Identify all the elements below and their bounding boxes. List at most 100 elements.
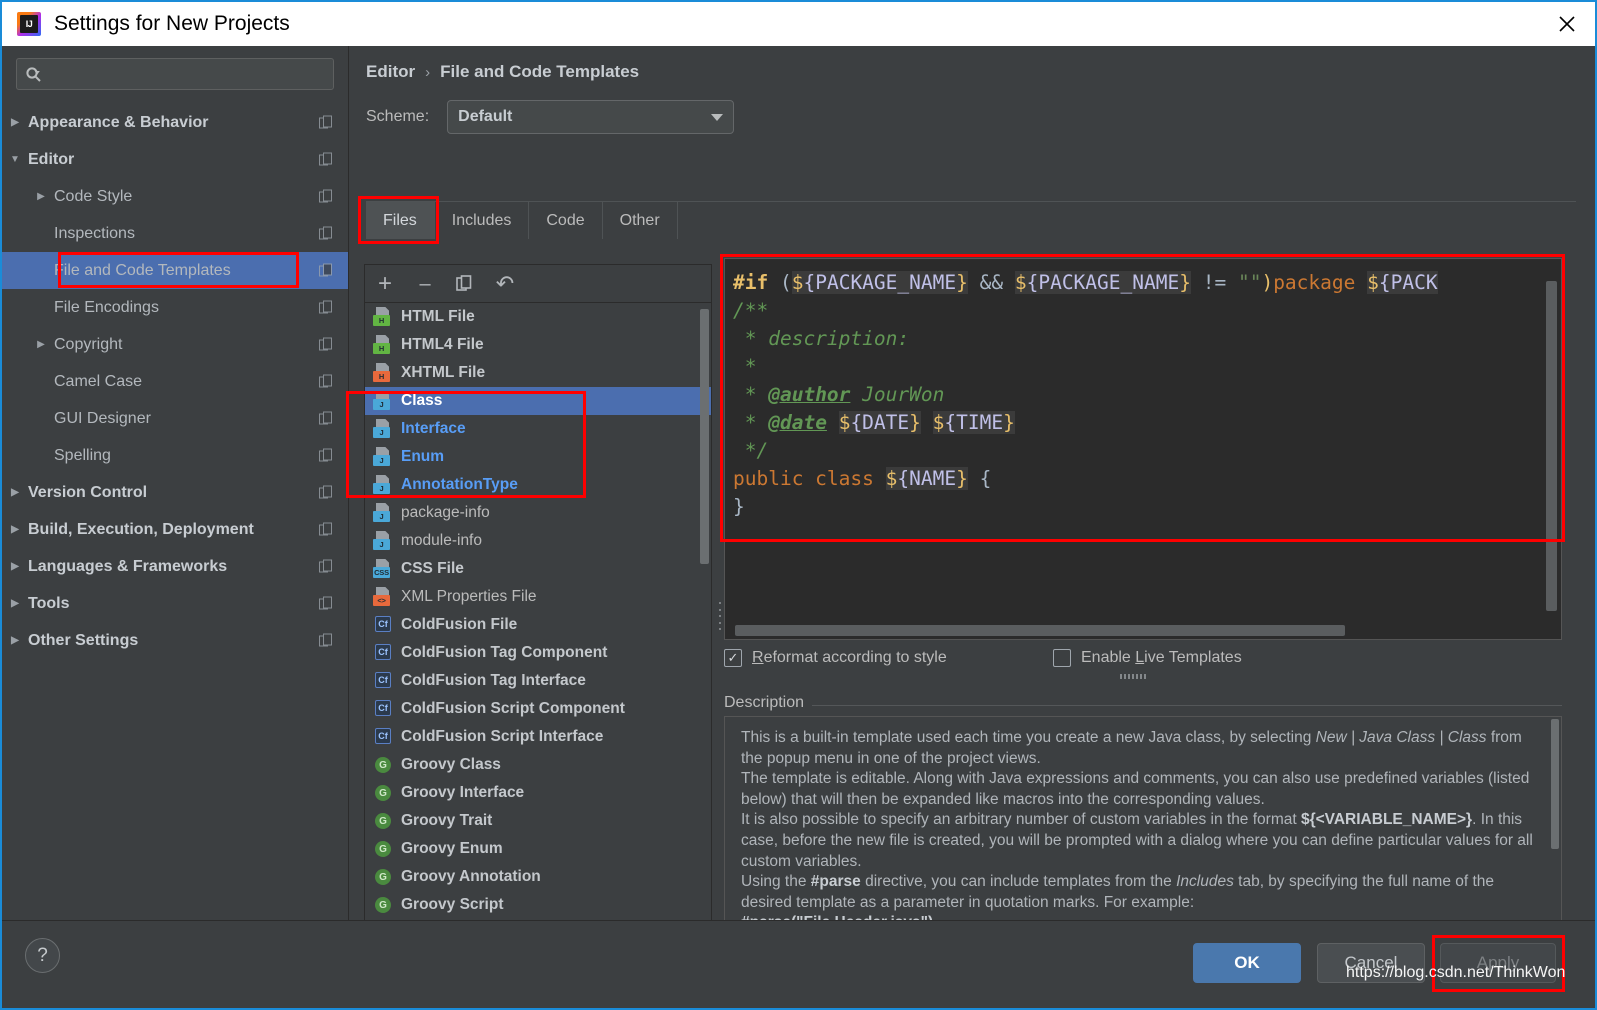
- template-list-item-label: Enum: [401, 448, 445, 465]
- breadcrumb-parent[interactable]: Editor: [366, 62, 415, 82]
- template-list-item[interactable]: H HTML4 File: [365, 331, 711, 359]
- editor-horizontal-scrollbar[interactable]: [735, 625, 1345, 636]
- copy-settings-icon[interactable]: [319, 226, 334, 241]
- copy-settings-icon[interactable]: [319, 374, 334, 389]
- copy-button[interactable]: [445, 265, 485, 303]
- ok-button[interactable]: OK: [1193, 943, 1301, 983]
- template-list-item[interactable]: Cf ColdFusion Tag Interface: [365, 667, 711, 695]
- chevron-right-icon[interactable]: ▶: [2, 561, 28, 572]
- sidebar-item-spelling[interactable]: ▶Spelling: [2, 437, 348, 474]
- logo-text: IJ: [25, 19, 33, 29]
- sidebar-item-code-style[interactable]: ▶ Code Style: [2, 178, 348, 215]
- description-label: Description: [724, 694, 813, 712]
- chevron-right-icon[interactable]: ▶: [28, 191, 54, 202]
- sidebar-item-languages-frameworks[interactable]: ▶ Languages & Frameworks: [2, 548, 348, 585]
- add-button[interactable]: +: [365, 265, 405, 303]
- coldfusion-icon: Cf: [373, 615, 395, 635]
- copy-settings-icon[interactable]: [319, 152, 334, 167]
- reset-button[interactable]: ↶: [485, 265, 525, 303]
- sidebar-item-file-encodings[interactable]: ▶File Encodings: [2, 289, 348, 326]
- template-list-item-label: Groovy Class: [401, 756, 501, 773]
- remove-button[interactable]: –: [405, 265, 445, 303]
- chevron-right-icon[interactable]: ▶: [2, 598, 28, 609]
- scheme-dropdown[interactable]: Default: [447, 100, 735, 134]
- template-list-item[interactable]: Jmodule-info: [365, 527, 711, 555]
- template-list-item[interactable]: <> XML Properties File: [365, 583, 711, 611]
- template-list-item-label: module-info: [401, 532, 482, 549]
- chevron-right-icon[interactable]: ▶: [2, 487, 28, 498]
- search-input[interactable]: [46, 66, 325, 82]
- close-icon[interactable]: [1539, 2, 1595, 46]
- splitter-handle[interactable]: [716, 602, 724, 630]
- copy-settings-icon[interactable]: [319, 485, 334, 500]
- template-list-item[interactable]: J AnnotationType: [365, 471, 711, 499]
- template-list-item[interactable]: Cf ColdFusion Script Component: [365, 695, 711, 723]
- template-list-item[interactable]: Cf ColdFusion Tag Component: [365, 639, 711, 667]
- template-list-item[interactable]: G Groovy Interface: [365, 779, 711, 807]
- template-editor-code[interactable]: #if (${PACKAGE_NAME} && ${PACKAGE_NAME} …: [733, 269, 1541, 521]
- template-list-item[interactable]: Jpackage-info: [365, 499, 711, 527]
- chevron-right-icon[interactable]: ▶: [2, 635, 28, 646]
- copy-settings-icon[interactable]: [319, 411, 334, 426]
- sidebar-item-inspections[interactable]: ▶Inspections: [2, 215, 348, 252]
- template-editor[interactable]: #if (${PACKAGE_NAME} && ${PACKAGE_NAME} …: [724, 258, 1562, 640]
- sidebar-item-editor[interactable]: ▼ Editor: [2, 141, 348, 178]
- chevron-down-icon[interactable]: ▼: [2, 154, 28, 165]
- template-list-item[interactable]: H XHTML File: [365, 359, 711, 387]
- template-list-item[interactable]: G Groovy Enum: [365, 835, 711, 863]
- chevron-right-icon[interactable]: ▶: [28, 339, 54, 350]
- sidebar-item-tools[interactable]: ▶ Tools: [2, 585, 348, 622]
- copy-settings-icon[interactable]: [319, 300, 334, 315]
- tab-code[interactable]: Code: [529, 202, 603, 239]
- template-list-item[interactable]: H HTML File: [365, 303, 711, 331]
- tab-other[interactable]: Other: [603, 202, 678, 239]
- copy-settings-icon[interactable]: [319, 263, 334, 278]
- template-list-item[interactable]: J Interface: [365, 415, 711, 443]
- live-templates-checkbox[interactable]: [1053, 649, 1071, 667]
- template-list-item[interactable]: G Groovy Class: [365, 751, 711, 779]
- description-divider: [724, 705, 1562, 706]
- copy-settings-icon[interactable]: [319, 633, 334, 648]
- sidebar-item-copyright[interactable]: ▶ Copyright: [2, 326, 348, 363]
- copy-settings-icon[interactable]: [319, 189, 334, 204]
- template-list-item[interactable]: J Class: [365, 387, 711, 415]
- template-list-item[interactable]: Cf ColdFusion Script Interface: [365, 723, 711, 751]
- search-box[interactable]: [16, 58, 334, 90]
- template-list-item[interactable]: J Enum: [365, 443, 711, 471]
- copy-settings-icon[interactable]: [319, 115, 334, 130]
- copy-settings-icon[interactable]: [319, 448, 334, 463]
- live-templates-checkbox-row[interactable]: Enable Live Templates: [1053, 649, 1242, 667]
- copy-settings-icon[interactable]: [319, 337, 334, 352]
- template-list-item-label: Class: [401, 392, 443, 409]
- chevron-right-icon[interactable]: ▶: [2, 524, 28, 535]
- sidebar-item-camel-case[interactable]: ▶Camel Case: [2, 363, 348, 400]
- template-list-item[interactable]: G Groovy Trait: [365, 807, 711, 835]
- resize-grip-icon[interactable]: [1120, 674, 1146, 679]
- reformat-checkbox[interactable]: ✓: [724, 649, 742, 667]
- template-list-item[interactable]: G Groovy Script: [365, 891, 711, 919]
- sidebar-item-file-and-code-templates[interactable]: ▶File and Code Templates: [2, 252, 348, 289]
- reformat-checkbox-row[interactable]: ✓ Reformat according to style: [724, 649, 947, 667]
- sidebar-item-appearance-behavior[interactable]: ▶ Appearance & Behavior: [2, 104, 348, 141]
- description-panel: This is a built-in template used each ti…: [724, 716, 1562, 947]
- template-list-item[interactable]: Cf ColdFusion File: [365, 611, 711, 639]
- copy-settings-icon[interactable]: [319, 559, 334, 574]
- copy-settings-icon[interactable]: [319, 522, 334, 537]
- copy-settings-icon[interactable]: [319, 596, 334, 611]
- sidebar-item-label: Code Style: [54, 187, 133, 205]
- editor-vertical-scrollbar[interactable]: [1546, 281, 1557, 611]
- tab-includes[interactable]: Includes: [435, 202, 530, 239]
- template-list-item[interactable]: G Groovy Annotation: [365, 863, 711, 891]
- sidebar-item-version-control[interactable]: ▶ Version Control: [2, 474, 348, 511]
- chevron-right-icon[interactable]: ▶: [2, 117, 28, 128]
- tab-files[interactable]: Files: [366, 202, 435, 239]
- description-scrollbar[interactable]: [1551, 719, 1559, 849]
- sidebar-item-other-settings[interactable]: ▶ Other Settings: [2, 622, 348, 659]
- help-button[interactable]: ?: [25, 938, 60, 973]
- sidebar-item-gui-designer[interactable]: ▶GUI Designer: [2, 400, 348, 437]
- sidebar-item-build-execution-deployment[interactable]: ▶ Build, Execution, Deployment: [2, 511, 348, 548]
- template-list-item[interactable]: CSS CSS File: [365, 555, 711, 583]
- groovy-icon: G: [373, 867, 395, 887]
- sidebar-item-label: Appearance & Behavior: [28, 113, 209, 131]
- templates-list-scrollbar[interactable]: [700, 309, 709, 564]
